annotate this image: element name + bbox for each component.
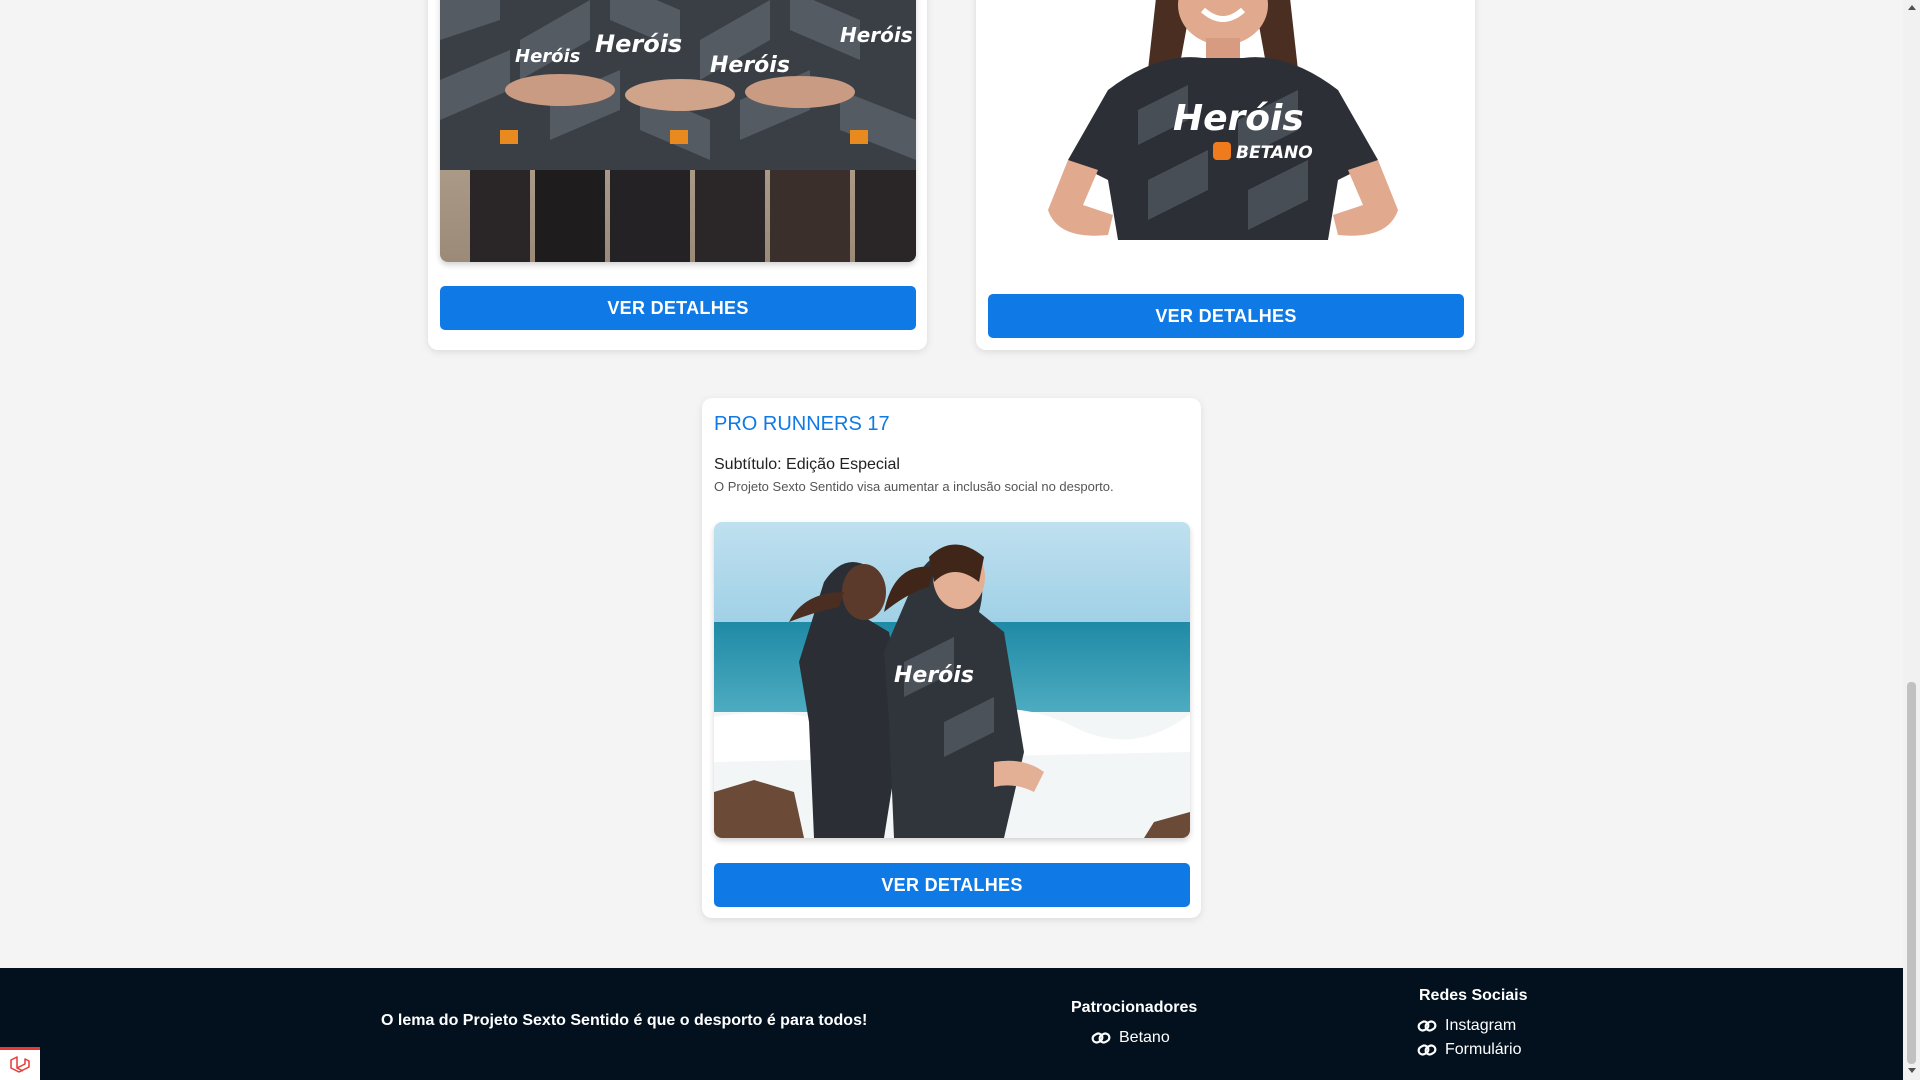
group-runners-photo: Heróis Heróis Heróis Heróis [440, 0, 916, 262]
footer-link-label: Betano [1119, 1029, 1170, 1046]
card-description: O Projeto Sexto Sentido visa aumentar a … [714, 479, 1114, 494]
footer-link-formulario[interactable]: Formulário [1417, 1041, 1521, 1059]
ver-detalhes-button[interactable]: VER DETALHES [714, 863, 1190, 907]
footer-sponsors-heading: Patrocionadores [1071, 999, 1198, 1016]
scroll-thumb[interactable] [1907, 682, 1916, 1064]
footer-link-label: Instagram [1445, 1017, 1517, 1034]
jersey-brand-print: Heróis [894, 663, 974, 688]
ver-detalhes-button[interactable]: VER DETALHES [988, 294, 1464, 338]
jersey-brand-print: Heróis [595, 30, 682, 58]
site-footer [0, 968, 1903, 1080]
athlete-portrait-photo: Heróis BETANO [988, 0, 1464, 270]
card-title: PRO RUNNERS 17 [714, 413, 890, 435]
card-image-group-runners: Heróis Heróis Heróis Heróis [440, 0, 916, 262]
page-scrollbar[interactable] [1903, 0, 1920, 1080]
laravel-icon[interactable] [0, 1047, 40, 1080]
footer-link-betano[interactable]: Betano [1091, 1029, 1170, 1047]
jersey-brand-print: Heróis [710, 53, 790, 78]
ver-detalhes-button[interactable]: VER DETALHES [440, 286, 916, 330]
link-icon [1417, 1019, 1437, 1033]
beach-runners-photo: Heróis [714, 522, 1190, 838]
jersey-brand-print: Heróis [515, 46, 581, 67]
jersey-brand-print: Heróis [840, 23, 913, 47]
scroll-up-arrow[interactable] [1908, 5, 1916, 10]
card-image-beach-runners: Heróis [714, 522, 1190, 838]
laravel-glyph [10, 1056, 30, 1073]
jersey-sponsor-print: BETANO [1236, 143, 1313, 163]
footer-link-instagram[interactable]: Instagram [1417, 1017, 1516, 1035]
card-pro-runners: PRO RUNNERS 17 Subtítulo: Edição Especia… [702, 398, 1201, 918]
link-icon [1091, 1031, 1111, 1045]
card-image-athlete-portrait: Heróis BETANO [988, 0, 1464, 270]
footer-link-label: Formulário [1445, 1041, 1522, 1058]
jersey-brand-print: Heróis [1173, 98, 1304, 139]
link-icon [1417, 1043, 1437, 1057]
page-viewport: Heróis Heróis Heróis Heróis VER DETALHES [0, 0, 1903, 1080]
card-group-runners: Heróis Heróis Heróis Heróis VER DETALHES [428, 0, 927, 350]
card-subtitle: Subtítulo: Edição Especial [714, 456, 900, 473]
scroll-down-arrow[interactable] [1908, 1068, 1916, 1073]
footer-motto: O lema do Projeto Sexto Sentido é que o … [381, 1012, 868, 1029]
card-athlete-portrait: Heróis BETANO VER DETALHES [976, 0, 1475, 350]
footer-social-heading: Redes Sociais [1419, 987, 1528, 1004]
